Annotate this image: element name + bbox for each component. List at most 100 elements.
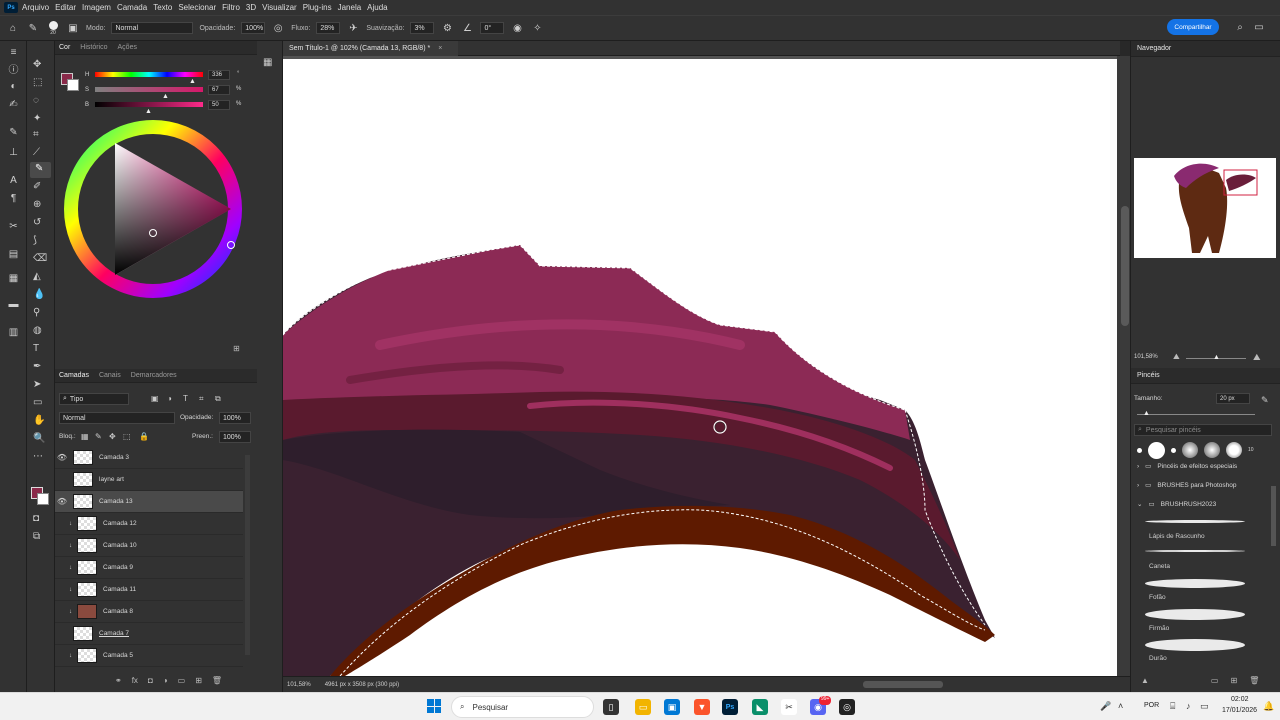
crop-tool-icon[interactable]: ⌗ bbox=[33, 129, 39, 140]
color-panel-menu-icon[interactable]: ⊞ bbox=[233, 344, 240, 353]
brightness-thumb-icon[interactable]: ▲ bbox=[145, 108, 152, 115]
smoothing-field[interactable]: 3% bbox=[410, 22, 435, 34]
hand-tool-icon[interactable]: ✋ bbox=[33, 415, 45, 426]
menu-plugins[interactable]: Plug-ins bbox=[303, 3, 332, 12]
brush-item-label[interactable]: Caneta bbox=[1149, 563, 1170, 570]
brush-size-small-icon[interactable]: ▲ bbox=[1141, 676, 1149, 685]
menu-ajuda[interactable]: Ajuda bbox=[367, 3, 387, 12]
brush-stroke-preview[interactable] bbox=[1145, 550, 1245, 552]
layer-row[interactable]: Camada 7 bbox=[55, 623, 243, 645]
move-tool-icon[interactable]: ✥ bbox=[33, 59, 41, 70]
close-tab-icon[interactable]: × bbox=[438, 45, 442, 52]
photoshop-taskbar-icon[interactable]: Ps bbox=[722, 699, 738, 715]
saturation-slider[interactable] bbox=[95, 87, 203, 92]
brush-folder[interactable]: › ▭ Pincéis de efeitos especiais bbox=[1137, 462, 1237, 471]
document-canvas[interactable] bbox=[283, 59, 1117, 676]
brush-item-label[interactable]: Durão bbox=[1149, 655, 1167, 662]
tab-canais[interactable]: Canais bbox=[99, 372, 121, 379]
filter-adjustment-icon[interactable]: ◑ bbox=[167, 394, 172, 403]
app-icon[interactable]: ✂ bbox=[781, 699, 797, 715]
marquee-tool-icon[interactable]: ⬚ bbox=[33, 77, 42, 88]
paint-bucket-icon[interactable]: ◭ bbox=[33, 271, 41, 282]
brush-folder-open[interactable]: ⌄ ▭ BRUSHRUSH2023 bbox=[1137, 500, 1216, 509]
tab-acoes[interactable]: Ações bbox=[118, 44, 137, 51]
brush-preset-icon[interactable] bbox=[1171, 447, 1176, 453]
quick-mask-icon[interactable]: ◘ bbox=[33, 513, 39, 524]
horizontal-scroll-thumb[interactable] bbox=[863, 681, 943, 688]
brush-preset-icon[interactable] bbox=[1204, 442, 1220, 458]
sponge-tool-icon[interactable]: ◍ bbox=[33, 325, 42, 336]
clock-time[interactable]: 02:02 bbox=[1231, 696, 1249, 703]
symmetry-icon[interactable]: ✧ bbox=[530, 21, 544, 35]
screen-mode-icon[interactable]: ⧉ bbox=[33, 531, 40, 542]
rectangle-tool-icon[interactable]: ▭ bbox=[33, 397, 42, 408]
home-icon[interactable]: ⌂ bbox=[6, 21, 20, 35]
windows-start-icon[interactable] bbox=[427, 699, 441, 713]
file-explorer-icon[interactable]: ▭ bbox=[635, 699, 651, 715]
layer-filter-select[interactable]: ⌕ Tipo bbox=[59, 393, 129, 405]
brush-preset-icon[interactable] bbox=[1148, 441, 1165, 459]
filter-shape-icon[interactable]: ⌗ bbox=[199, 394, 204, 404]
lock-all-icon[interactable]: 🔒 bbox=[139, 432, 149, 441]
pressure-size-icon[interactable]: ◉ bbox=[510, 21, 524, 35]
taskbar-search[interactable]: ⌕ Pesquisar bbox=[451, 696, 594, 718]
toolbar-collapse-icon[interactable]: ≡ bbox=[6, 45, 21, 59]
pen-tool-icon[interactable]: ✒ bbox=[33, 361, 41, 372]
menu-selecionar[interactable]: Selecionar bbox=[178, 3, 216, 12]
brush-size-thumb-icon[interactable]: ▲ bbox=[1143, 410, 1150, 417]
zoom-slider-thumb-icon[interactable]: ▲ bbox=[1213, 354, 1220, 361]
dodge-tool-icon[interactable]: ⚲ bbox=[33, 307, 40, 318]
color-wheel[interactable] bbox=[61, 117, 247, 303]
microphone-icon[interactable]: 🎤 bbox=[1100, 701, 1111, 712]
new-brush-icon[interactable]: ⊞ bbox=[1230, 676, 1237, 685]
battery-icon[interactable]: ▭ bbox=[1200, 701, 1209, 712]
layer-row[interactable]: ↓ Camada 8 bbox=[55, 601, 243, 623]
info-icon[interactable]: ⓘ bbox=[6, 61, 21, 76]
grid-icon[interactable]: ▦ bbox=[263, 57, 272, 68]
new-group-icon[interactable]: ▭ bbox=[178, 676, 186, 685]
brush-size-preset[interactable]: 20 bbox=[46, 20, 60, 36]
airbrush-icon[interactable]: ✈ bbox=[346, 21, 360, 35]
adjustment-layer-icon[interactable]: ◑ bbox=[163, 676, 168, 685]
libraries-icon[interactable]: ▥ bbox=[6, 325, 21, 339]
document-tab[interactable]: Sem Título-1 @ 102% (Camada 13, RGB/8) *… bbox=[283, 41, 458, 56]
layer-row[interactable]: ↓ Camada 10 bbox=[55, 535, 243, 557]
clock-date[interactable]: 17/01/2026 bbox=[1222, 707, 1257, 714]
network-icon[interactable]: ⌸ bbox=[1170, 701, 1175, 712]
brush-tool-icon[interactable]: ✎ bbox=[26, 21, 40, 35]
fill-field[interactable]: 100% bbox=[219, 431, 251, 443]
color-bg-swatch[interactable] bbox=[67, 79, 79, 91]
b-field[interactable]: 50 bbox=[208, 100, 230, 110]
volume-icon[interactable]: ♪ bbox=[1186, 701, 1191, 711]
share-button[interactable]: Compartilhar bbox=[1167, 19, 1219, 35]
pressure-opacity-icon[interactable]: ◎ bbox=[271, 21, 285, 35]
photoshop-logo[interactable]: Ps bbox=[4, 2, 18, 13]
canvas-area[interactable] bbox=[283, 56, 1133, 676]
lock-transparent-icon[interactable]: ▦ bbox=[81, 432, 89, 441]
brush-item-label[interactable]: Lápis de Rascunho bbox=[1149, 533, 1205, 540]
gear-icon[interactable]: ⚙ bbox=[440, 21, 454, 35]
swatches-icon[interactable]: ▬ bbox=[6, 297, 21, 311]
lasso-tool-icon[interactable]: ◌ bbox=[33, 95, 39, 106]
menu-visualizar[interactable]: Visualizar bbox=[262, 3, 297, 12]
tab-demarcadores[interactable]: Demarcadores bbox=[131, 372, 177, 379]
add-mask-icon[interactable]: ◘ bbox=[148, 676, 153, 685]
navigator-zoom[interactable]: 101,58% bbox=[1134, 354, 1158, 360]
brush-stroke-preview[interactable] bbox=[1145, 579, 1245, 588]
brush-preset-icon[interactable] bbox=[1182, 442, 1198, 458]
type-tool-icon[interactable]: T bbox=[33, 343, 39, 354]
brush-folder[interactable]: › ▭ BRUSHES para Photoshop bbox=[1137, 481, 1236, 490]
hue-thumb-icon[interactable]: ▲ bbox=[189, 78, 196, 85]
path-select-icon[interactable]: ➤ bbox=[33, 379, 41, 390]
type-panel-icon[interactable]: A bbox=[6, 173, 21, 187]
mixer-brush-icon[interactable]: ⟆ bbox=[33, 235, 37, 246]
eyedropper-icon[interactable]: ⟋ bbox=[33, 147, 40, 158]
blend-mode-select[interactable]: Normal bbox=[59, 412, 175, 424]
s-field[interactable]: 67 bbox=[208, 85, 230, 95]
pencil-tool-icon[interactable]: ✐ bbox=[33, 181, 41, 192]
tools-settings-icon[interactable]: ✂ bbox=[6, 219, 21, 233]
eye-icon[interactable]: 👁 bbox=[55, 497, 69, 506]
eye-icon[interactable]: 👁 bbox=[55, 453, 69, 462]
eraser-icon[interactable]: ⌫ bbox=[33, 253, 47, 264]
history-tool-icon[interactable]: ↺ bbox=[33, 217, 41, 228]
